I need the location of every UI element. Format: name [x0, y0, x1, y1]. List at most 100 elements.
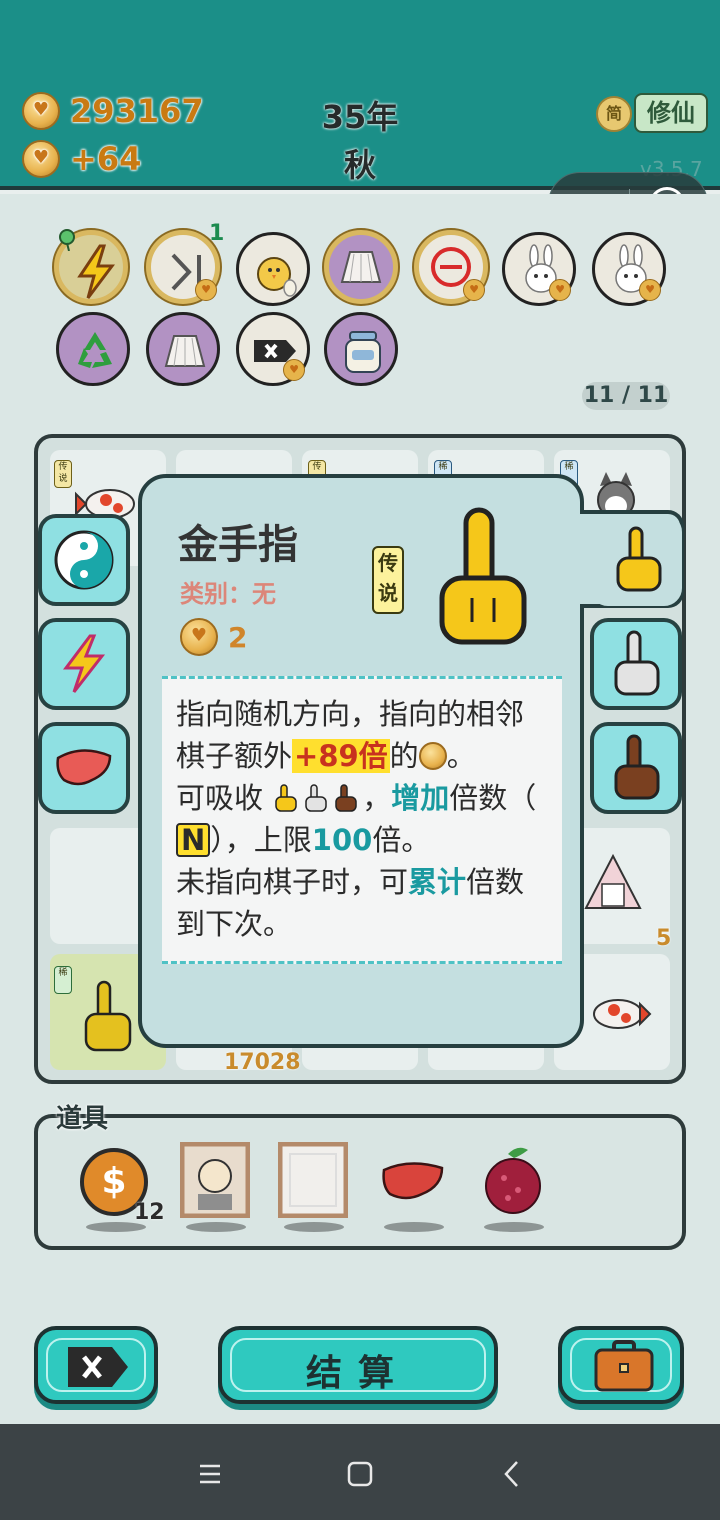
coin-badge-icon: ♥ — [283, 359, 305, 381]
yellow-hand-tab-button[interactable] — [590, 514, 682, 606]
item-shadow — [384, 1222, 444, 1232]
white-hand-icon — [305, 784, 327, 812]
coin-badge-icon: ♥ — [195, 279, 217, 301]
item-info-card: 金手指 类别：无 传说 2 指向随机方向，指向的相邻棋子额外+89倍的。 可吸收… — [138, 474, 584, 1048]
taiji-side-button[interactable] — [38, 514, 130, 606]
yellow-hand-icon — [275, 784, 297, 812]
desc-text: 倍数（ — [449, 781, 537, 815]
chick-tool-button[interactable] — [236, 232, 310, 306]
skirt-icon — [340, 251, 382, 283]
bayberry-icon — [485, 1147, 541, 1214]
desc-text: ），上限 — [210, 823, 312, 857]
desc-limit: 100 — [311, 823, 373, 857]
white-hand-side-button[interactable] — [590, 618, 682, 710]
coin-income-value: +64 — [70, 140, 142, 178]
pin-icon — [59, 229, 75, 251]
rabbit-tool-button-1[interactable]: ♥ — [502, 232, 576, 306]
items-panel: $ 12 — [34, 1114, 686, 1250]
item-category: 类别：无 — [180, 580, 276, 608]
desc-text: 的 — [389, 739, 419, 773]
recycle-tool-button[interactable] — [56, 312, 130, 386]
jar-icon — [345, 331, 381, 373]
portrait-frame-item[interactable] — [179, 1141, 251, 1220]
skirt-icon — [164, 335, 206, 367]
item-shadow — [284, 1222, 344, 1232]
discard-button[interactable] — [34, 1326, 158, 1404]
desc-text: 倍。 — [372, 823, 431, 857]
brown-hand-icon — [335, 784, 357, 812]
delete-tag-icon — [68, 1347, 128, 1387]
brown-hand-side-button[interactable] — [590, 722, 682, 814]
skip-tool-button[interactable]: 1 ♥ — [146, 223, 224, 304]
lightning-side-button[interactable] — [38, 618, 130, 710]
score-value: 17028 — [224, 1050, 301, 1075]
rarity-tag: 传说 — [54, 460, 72, 488]
coin-badge-icon: ♥ — [549, 279, 571, 301]
bayberry-item[interactable] — [478, 1142, 548, 1220]
desc-increase: 增加 — [391, 781, 450, 815]
coin-icon — [22, 140, 60, 178]
liver-item[interactable] — [378, 1142, 448, 1220]
recycle-icon — [78, 332, 112, 368]
top-bar: 293167 +64 35年 秋 简 修仙 v3.5.7 — [0, 0, 720, 190]
simplified-toggle-button[interactable]: 简 — [596, 96, 632, 132]
back-icon[interactable] — [492, 1454, 532, 1494]
golden-finger-icon — [439, 507, 527, 645]
jar-tool-button[interactable] — [324, 312, 398, 386]
portrait-icon — [179, 1141, 251, 1219]
desc-text: 未指向棋子时，可 — [176, 865, 409, 899]
desc-text: 。 — [446, 739, 476, 773]
desc-accumulate: 累计 — [408, 865, 467, 899]
skirt-tool-button[interactable] — [324, 230, 398, 304]
item-shadow — [484, 1222, 544, 1232]
briefcase-icon — [594, 1340, 654, 1392]
lightning-tool-button[interactable] — [54, 229, 128, 304]
coin-total-value: 293167 — [70, 92, 204, 130]
coin-icon — [22, 92, 60, 130]
page-indicator: 11 / 11 — [582, 382, 670, 410]
rabbit-tool-button-2[interactable]: ♥ — [592, 232, 666, 306]
coin-icon — [418, 742, 447, 770]
desc-bonus: +89倍 — [292, 739, 390, 773]
desc-text: 可吸收 — [176, 781, 264, 815]
coin-badge-icon: ♥ — [463, 279, 485, 301]
desc-n-badge: N — [176, 823, 211, 857]
empty-frame-item[interactable] — [277, 1141, 349, 1220]
lightning-icon — [63, 634, 106, 693]
liver-icon — [56, 749, 112, 786]
item-shadow — [186, 1222, 246, 1232]
delete-tag-tool-button[interactable]: ♥ — [236, 312, 310, 386]
coin-income: +64 — [22, 140, 141, 178]
taiji-icon — [54, 530, 114, 590]
brown-hand-icon — [614, 734, 660, 800]
golden-finger-icon — [84, 980, 132, 1052]
settle-label: 结算 — [305, 1353, 410, 1394]
coin-badge-icon: ♥ — [639, 279, 661, 301]
item-shadow — [86, 1222, 146, 1232]
year-label: 35年 — [321, 98, 399, 136]
item-title: 金手指 — [178, 522, 298, 568]
cultivate-button[interactable]: 修仙 — [634, 93, 708, 133]
skip-count: 1 — [209, 221, 225, 246]
season-label: 秋 — [343, 146, 376, 184]
chick-icon — [257, 257, 297, 297]
menu-icon[interactable] — [190, 1454, 230, 1494]
white-hand-icon — [614, 630, 660, 696]
system-navigation-bar — [0, 1424, 720, 1520]
empty-frame-icon — [277, 1141, 349, 1219]
rabbit-tent-icon — [584, 853, 642, 909]
item-cost: 2 — [180, 618, 247, 656]
cost-value: 2 — [228, 620, 248, 654]
desc-text: ， — [362, 781, 392, 815]
koi-fish-icon — [593, 999, 652, 1029]
liver-side-button[interactable] — [38, 722, 130, 814]
skirt-tool-button-2[interactable] — [146, 312, 220, 386]
items-label: 道具 — [56, 1104, 109, 1134]
inventory-button[interactable] — [558, 1326, 684, 1404]
settle-button[interactable]: 结算 — [218, 1326, 498, 1404]
coin-total: 293167 — [22, 92, 204, 130]
stack-count: 5 — [656, 926, 672, 951]
coin-icon — [180, 618, 218, 656]
remove-tool-button[interactable]: ♥ — [414, 230, 488, 304]
home-icon[interactable] — [340, 1454, 380, 1494]
